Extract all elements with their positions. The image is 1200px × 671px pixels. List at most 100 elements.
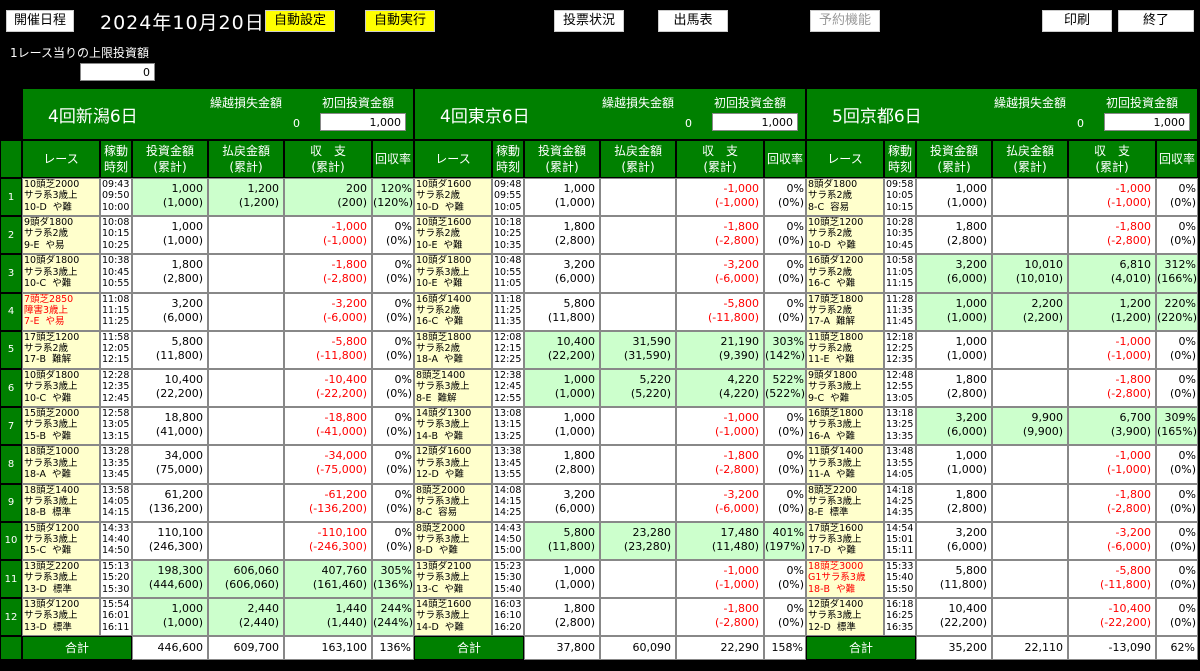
- invest-cell: 3,200 (6,000): [916, 407, 992, 446]
- race-info[interactable]: 17頭芝1200 サラ系2歳 17-B 難解: [22, 330, 100, 369]
- cell-cumulative: (11,800): [939, 578, 987, 591]
- total-invest: 37,800: [524, 636, 600, 661]
- carryover-value: 0: [1077, 117, 1084, 130]
- race-info[interactable]: 11頭ダ1400 サラ系3歳上 11-A や難: [806, 445, 884, 484]
- race-info[interactable]: 11頭芝1800 サラ系2歳 11-E や難: [806, 330, 884, 369]
- race-info[interactable]: 13頭芝2200 サラ系3歳上 13-D 標準: [22, 560, 100, 599]
- col-header-text: 回収率: [374, 152, 411, 166]
- cell-cumulative: (41,000): [155, 425, 203, 439]
- race-info[interactable]: 13頭ダ2100 サラ系3歳上 13-C や難: [414, 560, 492, 599]
- race-info[interactable]: 16頭ダ1200 サラ系2歳 16-C や難: [806, 254, 884, 293]
- race-info[interactable]: 18頭芝1000 サラ系3歳上 18-A や難: [22, 445, 100, 484]
- payout-cell: [600, 445, 676, 484]
- cell-cumulative: (2,800): [946, 501, 987, 515]
- limit-input[interactable]: 0: [80, 63, 155, 81]
- race-info[interactable]: 10頭ダ1800 サラ系3歳上 10-C や難: [22, 254, 100, 293]
- payout-cell: [600, 560, 676, 599]
- auto-set-button[interactable]: 自動設定: [265, 10, 335, 32]
- race-info[interactable]: 12頭ダ1400 サラ系3歳上 12-D 標準: [806, 598, 884, 637]
- race-info[interactable]: 8頭芝2200 サラ系3歳上 8-E 標準: [806, 483, 884, 522]
- payout-cell: 5,220 (5,220): [600, 369, 676, 408]
- race-info[interactable]: 13頭ダ1200 サラ系3歳上 13-D 標準: [22, 598, 100, 637]
- cell-cumulative: (2,200): [1022, 310, 1063, 324]
- race-times: 14:54 15:01 15:11: [884, 521, 916, 560]
- race-info[interactable]: 10頭ダ1800 サラ系3歳上 10-E や難: [414, 254, 492, 293]
- col-header-race: レース: [806, 140, 884, 178]
- venue-name: 4回新潟6日: [48, 107, 138, 127]
- print-button[interactable]: 印刷: [1042, 10, 1112, 32]
- cell-value: 110,100: [157, 525, 204, 539]
- race-info[interactable]: 10頭ダ1600 サラ系2歳 10-D や難: [414, 178, 492, 217]
- schedule-button[interactable]: 開催日程: [6, 10, 74, 32]
- balance-cell: -110,100 (-246,300): [284, 521, 372, 560]
- race-info[interactable]: 15頭芝2000 サラ系3歳上 15-B や難: [22, 407, 100, 446]
- cell-value: 1,800: [563, 449, 596, 463]
- race-info[interactable]: 9頭ダ1800 サラ系3歳上 9-C や難: [806, 369, 884, 408]
- col-header-payout: 払戻金額 (累計): [600, 140, 676, 178]
- race-info[interactable]: 12頭ダ1600 サラ系3歳上 12-D や難: [414, 445, 492, 484]
- total-rate: 158%: [764, 636, 806, 661]
- cell-cumulative: (1,000): [162, 234, 203, 248]
- balance-cell: -61,200 (-136,200): [284, 483, 372, 522]
- cell-value: 198,300: [157, 564, 204, 577]
- cell-value: 1,200: [247, 182, 280, 195]
- cell-cumulative: (0%): [385, 272, 412, 286]
- payout-cell: 2,440 (2,440): [208, 598, 284, 637]
- cell-value: 61,200: [164, 487, 204, 501]
- cell-value: 5,800: [171, 334, 204, 348]
- cell-cumulative: (1,200): [238, 196, 279, 209]
- cell-value: 120%: [380, 182, 412, 195]
- reserve-button[interactable]: 予約機能: [810, 10, 880, 32]
- race-info[interactable]: 10頭芝1200 サラ系2歳 10-D や難: [806, 216, 884, 255]
- auto-run-button[interactable]: 自動実行: [365, 10, 435, 32]
- race-info[interactable]: 16頭ダ1400 サラ系2歳 16-C や難: [414, 292, 492, 331]
- cell-value: 0%: [394, 296, 412, 310]
- cell-cumulative: (0%): [1169, 463, 1196, 477]
- race-info[interactable]: 10頭ダ1800 サラ系3歳上 10-C や難: [22, 369, 100, 408]
- cell-cumulative: (-41,000): [315, 425, 367, 439]
- race-info[interactable]: 17頭芝1800 サラ系2歳 17-A 難解: [806, 292, 884, 331]
- race-info[interactable]: 18頭芝1800 サラ系2歳 18-A や難: [414, 330, 492, 369]
- cell-value: 1,000: [563, 411, 596, 425]
- vote-status-button[interactable]: 投票状況: [554, 10, 624, 32]
- race-info[interactable]: 10頭芝1600 サラ系2歳 10-E や難: [414, 216, 492, 255]
- race-info[interactable]: 18頭芝3000 G1サラ系3歳 18-B や難: [806, 560, 884, 599]
- cell-cumulative: (0%): [385, 348, 412, 362]
- race-info[interactable]: 10頭芝2000 サラ系3歳上 10-D や難: [22, 178, 100, 217]
- return-rate-cell: 0% (0%): [372, 254, 414, 293]
- col-header-balance: 収 支 (累計): [676, 140, 764, 178]
- race-info[interactable]: 14頭ダ1300 サラ系3歳上 14-B や難: [414, 407, 492, 446]
- initial-investment-input[interactable]: 1,000: [712, 113, 798, 131]
- return-rate-cell: 312% (166%): [1156, 254, 1198, 293]
- race-info[interactable]: 9頭ダ1800 サラ系2歳 9-E や易: [22, 216, 100, 255]
- race-info[interactable]: 15頭ダ1200 サラ系3歳上 15-C や難: [22, 521, 100, 560]
- col-header-text: 稼動: [495, 144, 520, 158]
- race-info[interactable]: 17頭芝1600 サラ系3歳上 17-D や難: [806, 521, 884, 560]
- race-number: 6: [0, 369, 22, 408]
- cell-cumulative: (1,000): [554, 578, 595, 591]
- race-info[interactable]: 8頭芝2000 サラ系3歳上 8-C 容易: [414, 483, 492, 522]
- initial-investment-input[interactable]: 1,000: [1104, 113, 1190, 131]
- cell-cumulative: (22,200): [547, 348, 595, 362]
- race-info[interactable]: 16頭芝1800 サラ系3歳上 16-A や難: [806, 407, 884, 446]
- col-header-race: レース: [414, 140, 492, 178]
- race-info[interactable]: 8頭芝2000 サラ系3歳上 8-D や難: [414, 521, 492, 560]
- cell-cumulative: (31,590): [623, 348, 671, 362]
- payout-cell: [600, 178, 676, 217]
- entries-button[interactable]: 出馬表: [658, 10, 728, 32]
- cell-value: 10,400: [948, 602, 988, 616]
- col-header-text: 回収率: [1158, 152, 1195, 166]
- invest-cell: 1,800 (2,800): [916, 216, 992, 255]
- initial-investment-input[interactable]: 1,000: [320, 113, 406, 131]
- race-info[interactable]: 14頭芝1600 サラ系3歳上 14-D や難: [414, 598, 492, 637]
- race-info[interactable]: 18頭芝1400 サラ系3歳上 18-B 標準: [22, 483, 100, 522]
- cell-value: 0%: [786, 602, 804, 616]
- total-invest: 35,200: [916, 636, 992, 661]
- exit-button[interactable]: 終了: [1118, 10, 1194, 32]
- cell-value: 6,810: [1119, 258, 1152, 272]
- cell-value: 0%: [1178, 334, 1196, 348]
- race-info[interactable]: 8頭芝1400 サラ系3歳上 8-E 難解: [414, 369, 492, 408]
- race-info[interactable]: 7頭芝2850 障害3歳上 7-E や易: [22, 292, 100, 331]
- race-info[interactable]: 8頭ダ1800 サラ系2歳 8-C 容易: [806, 178, 884, 217]
- payout-cell: [992, 216, 1068, 255]
